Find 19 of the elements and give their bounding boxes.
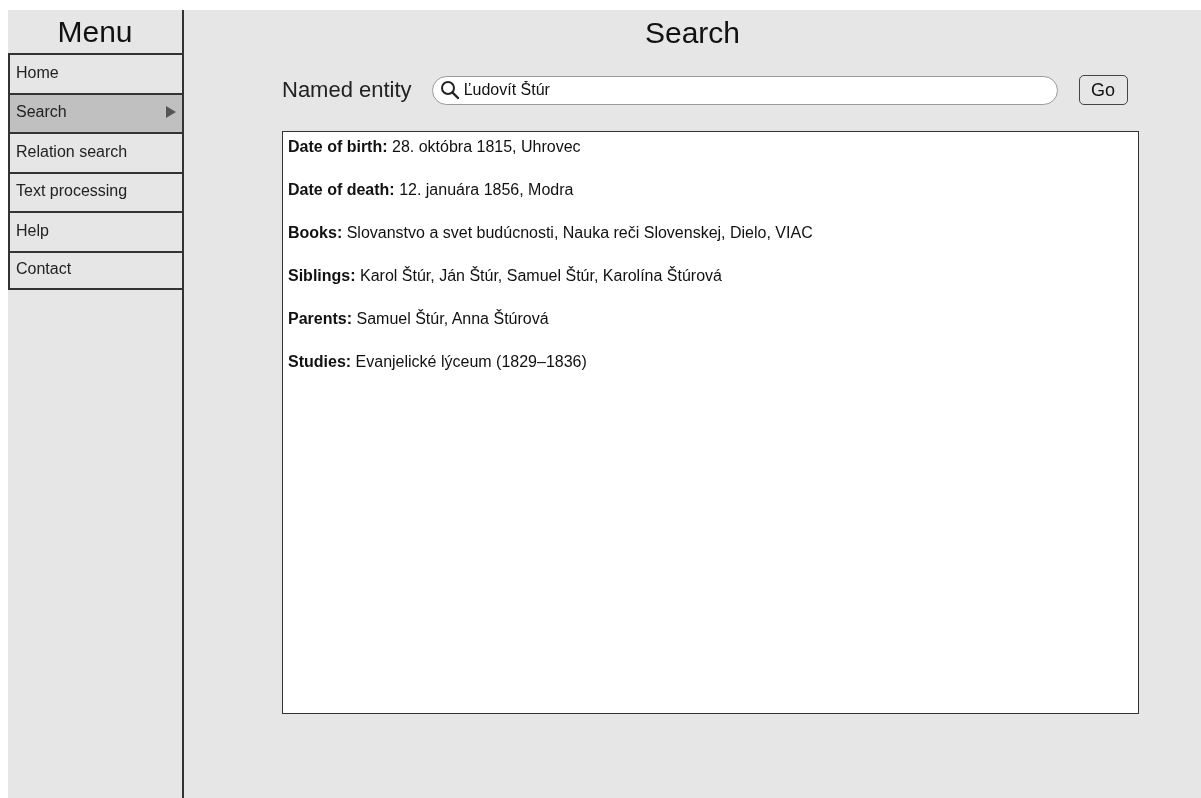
menu-item[interactable]: Search [8, 92, 184, 132]
arrow-icon [166, 106, 176, 119]
page-title: Search [644, 15, 741, 51]
result-line: Date of birth: 28. októbra 1815, Uhrovec [288, 137, 582, 157]
menu-title: Menu [56, 14, 134, 50]
menu-item[interactable]: Help [8, 211, 184, 251]
result-line: Parents: Samuel Štúr, Anna Štúrová [288, 309, 550, 329]
field-label: Named entity [282, 77, 412, 103]
go-button[interactable]: Go [1078, 75, 1128, 105]
result-line: Siblings: Karol Štúr, Ján Štúr, Samuel Štúr, Karolína Štúrová [288, 266, 723, 286]
result-line: Studies: Evanjelické lýceum (1829–1836) [288, 352, 588, 372]
menu-item[interactable]: Relation search [8, 132, 184, 172]
menu-item[interactable]: Contact [8, 250, 184, 290]
result-line: Books: Slovanstvo a svet budúcnosti, Nauka reči Slovenskej, Dielo, VIAC [288, 223, 814, 243]
search-field[interactable]: Ľudovít Štúr [431, 75, 1058, 105]
search-icon [439, 79, 460, 100]
result-line: Date of death: 12. januára 1856, Modra [288, 180, 575, 200]
menu-item[interactable]: Home [8, 53, 184, 93]
menu-item[interactable]: Text processing [8, 171, 184, 211]
